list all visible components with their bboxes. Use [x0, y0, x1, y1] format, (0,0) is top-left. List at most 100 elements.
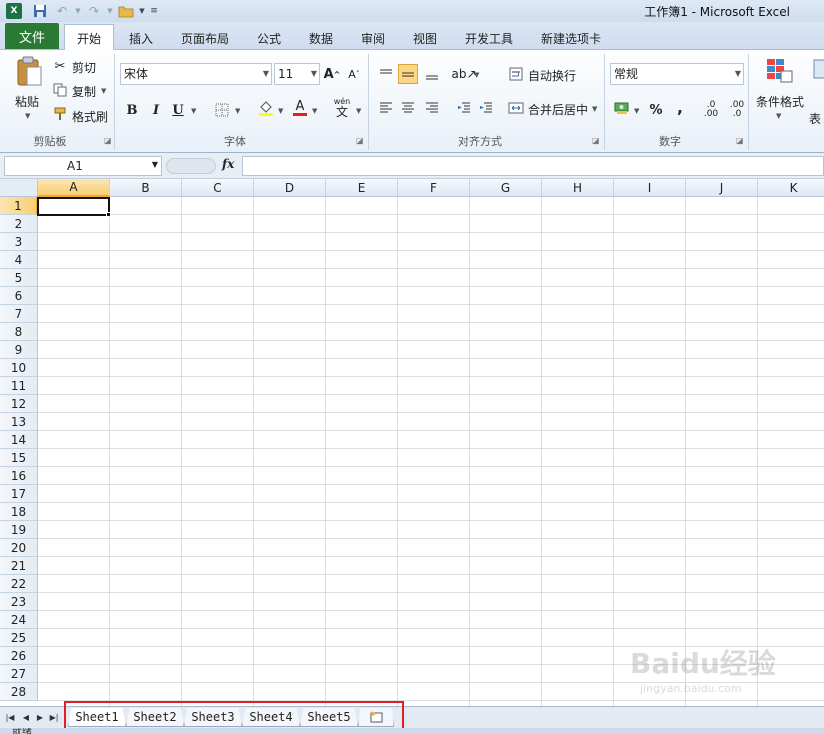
tab-review[interactable]: 审阅 — [352, 26, 394, 50]
row-header-12[interactable]: 12 — [0, 395, 38, 413]
alignment-launcher-icon[interactable]: ◪ — [592, 136, 600, 145]
tab-insert[interactable]: 插入 — [118, 26, 164, 50]
increase-decimal-button[interactable]: .0 .00 — [700, 100, 722, 120]
row-header-18[interactable]: 18 — [0, 503, 38, 521]
select-all-corner[interactable] — [0, 179, 38, 197]
increase-font-size-icon[interactable]: A ^ — [322, 64, 342, 84]
column-header-a[interactable]: A — [38, 179, 110, 197]
redo-dropdown-icon[interactable]: ▼ — [102, 3, 118, 19]
row-header-16[interactable]: 16 — [0, 467, 38, 485]
row-header-20[interactable]: 20 — [0, 539, 38, 557]
row-header-23[interactable]: 23 — [0, 593, 38, 611]
row-header-5[interactable]: 5 — [0, 269, 38, 287]
row-header-17[interactable]: 17 — [0, 485, 38, 503]
borders-icon[interactable] — [212, 100, 232, 120]
merge-center-button[interactable]: 合并后居中 — [528, 101, 588, 118]
redo-icon[interactable]: ↷ — [86, 3, 102, 19]
tab-file[interactable]: 文件 — [5, 23, 59, 49]
format-painter-button[interactable]: 格式刷 — [72, 108, 108, 125]
tab-page-layout[interactable]: 页面布局 — [172, 26, 238, 50]
merge-dropdown-icon[interactable]: ▼ — [592, 105, 597, 113]
copy-dropdown-icon[interactable]: ▼ — [101, 87, 106, 95]
orientation-icon[interactable]: ab↗ — [451, 64, 476, 84]
tab-data[interactable]: 数据 — [300, 26, 342, 50]
currency-dropdown-icon[interactable]: ▼ — [634, 107, 639, 115]
row-header-27[interactable]: 27 — [0, 665, 38, 683]
format-painter-icon[interactable] — [52, 106, 68, 122]
row-header-4[interactable]: 4 — [0, 251, 38, 269]
worksheet-grid[interactable]: ABCDEFGHIJK 1 2 3 4 5 6 7 8 9 10 11 12 13 14 15 16 17 18 1… — [0, 179, 824, 706]
paste-dropdown-icon[interactable]: ▼ — [25, 112, 30, 120]
phonetic-guide-icon[interactable]: wén 文 — [332, 97, 352, 118]
column-header-k[interactable]: K — [758, 179, 824, 197]
row-header-24[interactable]: 24 — [0, 611, 38, 629]
fill-color-dropdown-icon[interactable]: ▼ — [278, 107, 283, 115]
column-header-h[interactable]: H — [542, 179, 614, 197]
format-as-table-icon[interactable] — [812, 56, 824, 84]
increase-indent-icon[interactable] — [476, 98, 496, 118]
paste-icon[interactable] — [14, 54, 44, 88]
column-header-e[interactable]: E — [326, 179, 398, 197]
column-header-j[interactable]: J — [686, 179, 758, 197]
row-header-19[interactable]: 19 — [0, 521, 38, 539]
open-folder-icon[interactable] — [118, 3, 134, 19]
decrease-indent-icon[interactable] — [454, 98, 474, 118]
bold-button[interactable]: B — [122, 100, 142, 120]
copy-button[interactable]: 复制 — [72, 83, 96, 100]
conditional-formatting-button[interactable]: 条件格式 — [756, 93, 804, 110]
borders-dropdown-icon[interactable]: ▼ — [235, 107, 240, 115]
phonetic-dropdown-icon[interactable]: ▼ — [356, 107, 361, 115]
cut-icon[interactable]: ✂ — [52, 58, 68, 74]
currency-icon[interactable] — [612, 98, 632, 118]
excel-logo-icon[interactable]: X — [6, 3, 22, 19]
name-box[interactable]: A1 ▼ — [4, 156, 162, 176]
column-header-f[interactable]: F — [398, 179, 470, 197]
column-header-g[interactable]: G — [470, 179, 542, 197]
undo-dropdown-icon[interactable]: ▼ — [70, 3, 86, 19]
tab-formulas[interactable]: 公式 — [248, 26, 290, 50]
decrease-font-size-icon[interactable]: Aˇ — [344, 64, 364, 84]
row-header-7[interactable]: 7 — [0, 305, 38, 323]
font-launcher-icon[interactable]: ◪ — [356, 136, 364, 145]
undo-icon[interactable]: ↶ — [54, 3, 70, 19]
number-format-select[interactable]: 常规 ▼ — [610, 63, 744, 85]
align-right-icon[interactable] — [422, 98, 442, 118]
conditional-formatting-dropdown-icon[interactable]: ▼ — [776, 112, 781, 120]
underline-button[interactable]: U — [168, 100, 188, 120]
font-size-select[interactable]: 11 ▼ — [274, 63, 320, 85]
underline-dropdown-icon[interactable]: ▼ — [191, 107, 196, 115]
last-sheet-icon[interactable]: ▶| — [48, 710, 60, 724]
merge-center-icon[interactable] — [506, 98, 526, 118]
column-header-i[interactable]: I — [614, 179, 686, 197]
row-header-9[interactable]: 9 — [0, 341, 38, 359]
tab-view[interactable]: 视图 — [404, 26, 446, 50]
formula-input[interactable] — [242, 156, 824, 176]
insert-function-icon[interactable]: fx — [222, 157, 234, 171]
active-cell-a1[interactable] — [37, 197, 110, 216]
formula-bar-splitter[interactable] — [166, 158, 216, 174]
row-header-1[interactable]: 1 — [0, 197, 38, 215]
row-header-14[interactable]: 14 — [0, 431, 38, 449]
comma-style-button[interactable]: , — [670, 98, 690, 118]
prev-sheet-icon[interactable]: ◀ — [20, 710, 32, 724]
fill-color-icon[interactable] — [256, 98, 276, 118]
copy-icon[interactable] — [52, 82, 68, 98]
align-middle-icon[interactable] — [398, 64, 418, 84]
font-color-icon[interactable]: A — [290, 98, 310, 118]
clipboard-launcher-icon[interactable]: ◪ — [104, 136, 112, 145]
font-name-select[interactable]: 宋体 ▼ — [120, 63, 272, 85]
save-icon[interactable] — [32, 3, 48, 19]
fill-handle[interactable] — [106, 212, 111, 217]
tab-new[interactable]: 新建选项卡 — [532, 26, 610, 50]
paste-label[interactable]: 粘贴 — [15, 93, 39, 110]
row-header-25[interactable]: 25 — [0, 629, 38, 647]
row-header-22[interactable]: 22 — [0, 575, 38, 593]
customize-quick-access-icon[interactable]: ≡ — [146, 3, 162, 19]
column-header-d[interactable]: D — [254, 179, 326, 197]
first-sheet-icon[interactable]: |◀ — [4, 710, 16, 724]
align-left-icon[interactable] — [376, 98, 396, 118]
conditional-formatting-icon[interactable] — [764, 56, 794, 86]
row-header-26[interactable]: 26 — [0, 647, 38, 665]
orientation-dropdown-icon[interactable]: ▼ — [474, 71, 479, 79]
align-center-icon[interactable] — [398, 98, 418, 118]
